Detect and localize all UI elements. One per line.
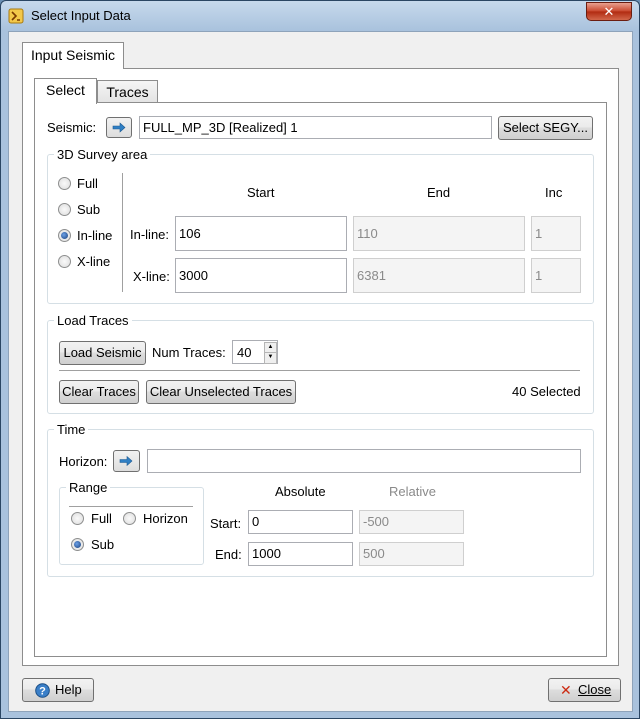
- help-icon: ?: [35, 683, 50, 698]
- app-icon: [8, 8, 24, 24]
- xline-end-input: 6381: [353, 258, 525, 293]
- close-label: Close: [578, 682, 612, 697]
- range-horizon-radio[interactable]: [123, 512, 136, 525]
- inc-header: Inc: [545, 185, 563, 200]
- spin-down-button[interactable]: ▼: [264, 352, 277, 364]
- num-traces-value: 40: [237, 345, 252, 360]
- num-traces-spinner[interactable]: 40 ▲ ▼: [232, 340, 278, 364]
- outer-tab-panel: Select Traces Seismic: FULL_MP_3D [Reali…: [22, 68, 619, 666]
- survey-inline-label: In-line: [77, 228, 113, 243]
- spin-down-icon: ▼: [267, 354, 274, 360]
- time-end-label: End:: [215, 547, 242, 562]
- close-button[interactable]: ✕ Close: [548, 678, 621, 702]
- survey-sub-radio[interactable]: [58, 203, 71, 216]
- selected-count: 40 Selected: [512, 384, 581, 399]
- dialog-window: Select Input Data ✕ Input Seismic Select…: [0, 0, 640, 719]
- xline-inc-input: 1: [531, 258, 581, 293]
- end-header: End: [427, 185, 451, 200]
- num-traces-label: Num Traces:: [152, 345, 226, 360]
- help-label: Help: [55, 682, 82, 697]
- window-title: Select Input Data: [31, 8, 131, 23]
- inline-inc-input: 1: [531, 216, 581, 251]
- start-header: Start: [247, 185, 275, 200]
- tab-select[interactable]: Select: [34, 78, 97, 104]
- close-icon: ✕: [603, 4, 615, 19]
- tab-traces[interactable]: Traces: [97, 80, 158, 103]
- tab-label: Traces: [106, 84, 149, 100]
- survey-full-label: Full: [77, 176, 98, 191]
- select-segy-button[interactable]: Select SEGY...: [498, 116, 593, 140]
- inline-label: In-line:: [130, 227, 170, 242]
- arrow-right-icon: [119, 455, 133, 467]
- survey-xline-label: X-line: [77, 254, 111, 269]
- help-button[interactable]: ? Help: [22, 678, 94, 702]
- time-end-absolute-input[interactable]: 1000: [248, 542, 353, 566]
- spin-up-icon: ▲: [267, 344, 274, 350]
- seismic-label: Seismic:: [47, 120, 97, 135]
- time-start-relative-input: -500: [359, 510, 464, 534]
- range-separator: [69, 506, 193, 507]
- range-horizon-label: Horizon: [143, 511, 188, 526]
- survey-divider: [122, 173, 123, 292]
- select-tab-panel: Seismic: FULL_MP_3D [Realized] 1 Select …: [34, 102, 607, 657]
- absolute-header: Absolute: [275, 484, 326, 499]
- inline-end-input: 110: [353, 216, 525, 251]
- time-end-relative-input: 500: [359, 542, 464, 566]
- load-traces-title: Load Traces: [54, 313, 132, 328]
- xline-start-input[interactable]: 3000: [175, 258, 347, 293]
- tab-input-seismic[interactable]: Input Seismic: [22, 42, 124, 69]
- arrow-right-icon: [112, 122, 126, 133]
- load-traces-separator: [59, 370, 580, 371]
- xline-label: X-line:: [133, 269, 170, 284]
- dialog-client-area: Input Seismic Select Traces Seismic: FUL…: [8, 31, 633, 712]
- clear-unselected-traces-button[interactable]: Clear Unselected Traces: [146, 380, 296, 404]
- svg-text:?: ?: [39, 686, 46, 698]
- range-full-radio[interactable]: [71, 512, 84, 525]
- range-sub-radio[interactable]: [71, 538, 84, 551]
- survey-inline-radio[interactable]: [58, 229, 71, 242]
- horizon-pick-button[interactable]: [113, 450, 140, 472]
- load-seismic-button[interactable]: Load Seismic: [59, 341, 146, 365]
- time-start-label: Start:: [210, 516, 242, 531]
- horizon-input[interactable]: [147, 449, 581, 473]
- close-x-icon: ✕: [560, 682, 572, 698]
- inline-start-input[interactable]: 106: [175, 216, 347, 251]
- clear-traces-button[interactable]: Clear Traces: [59, 380, 139, 404]
- seismic-input[interactable]: FULL_MP_3D [Realized] 1: [139, 116, 492, 139]
- survey-area-title: 3D Survey area: [54, 147, 151, 162]
- range-group: [59, 487, 204, 565]
- range-sub-label: Sub: [91, 537, 115, 552]
- range-full-label: Full: [91, 511, 112, 526]
- relative-header: Relative: [389, 484, 436, 499]
- tab-label: Input Seismic: [30, 47, 116, 63]
- seismic-pick-button[interactable]: [106, 117, 132, 138]
- title-bar[interactable]: Select Input Data ✕: [1, 1, 639, 31]
- tab-label: Select: [46, 82, 85, 98]
- time-title: Time: [54, 422, 89, 437]
- survey-full-radio[interactable]: [58, 177, 71, 190]
- range-title: Range: [66, 480, 111, 495]
- time-start-absolute-input[interactable]: 0: [248, 510, 353, 534]
- window-close-button[interactable]: ✕: [586, 2, 632, 21]
- horizon-label: Horizon:: [59, 454, 108, 469]
- survey-sub-label: Sub: [77, 202, 101, 217]
- survey-xline-radio[interactable]: [58, 255, 71, 268]
